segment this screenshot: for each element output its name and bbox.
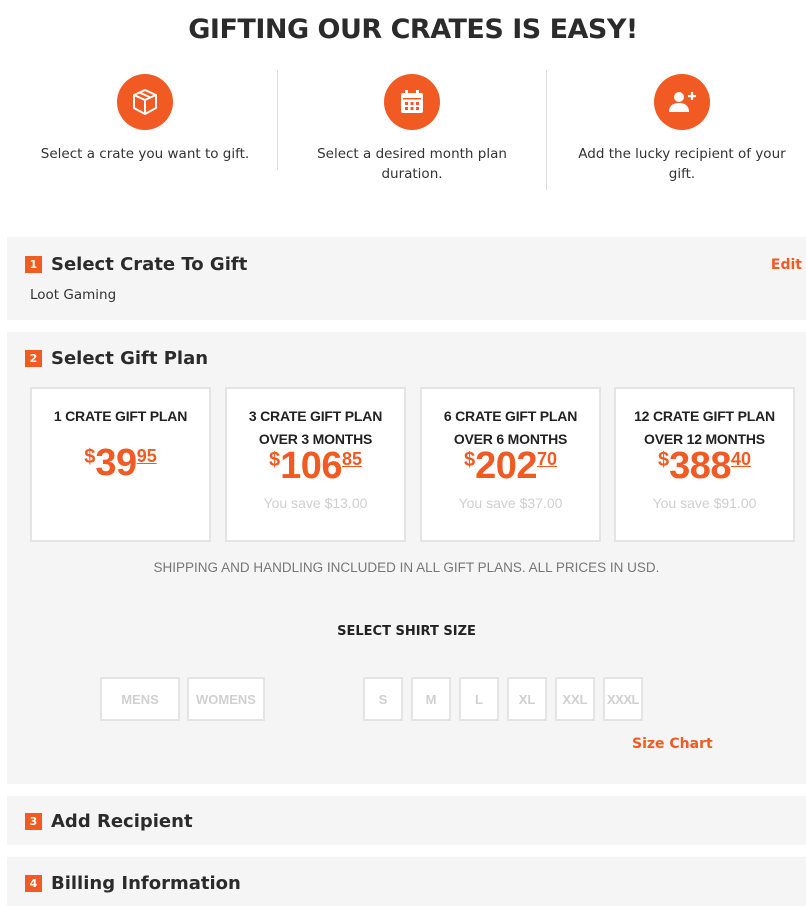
step-number-badge: 1 [25, 256, 42, 273]
calendar-icon [384, 74, 440, 130]
plan-price: $ 388 40 [658, 447, 751, 485]
shirt-size-title: SELECT SHIRT SIZE [337, 624, 476, 639]
plan-savings: You save $37.00 [458, 495, 563, 511]
section-select-plan: 2 Select Gift Plan 1 CRATE GIFT PLAN $ 3… [7, 332, 806, 784]
section-header: 2 Select Gift Plan [25, 348, 208, 369]
section-title: Add Recipient [51, 811, 193, 832]
step-text: Add the lucky recipient of your [578, 146, 786, 162]
price-dollars: 202 [475, 445, 537, 487]
price-dollars: 39 [95, 442, 137, 484]
step-select-plan: Select a desired month plan duration. [297, 70, 527, 192]
size-m-button[interactable]: M [411, 677, 451, 721]
plan-name: 6 CRATE GIFT PLAN [443, 408, 578, 424]
size-s-button[interactable]: S [363, 677, 403, 721]
price-currency: $ [657, 449, 670, 471]
page-title: GIFTING OUR CRATES IS EASY! [188, 14, 638, 45]
section-add-recipient[interactable]: 3 Add Recipient [7, 796, 806, 845]
add-user-icon [654, 74, 710, 130]
size-xxl-button[interactable]: XXL [555, 677, 595, 721]
step-number-badge: 4 [25, 875, 42, 892]
size-xl-button[interactable]: XL [507, 677, 547, 721]
shipping-note: SHIPPING AND HANDLING INCLUDED IN ALL GI… [153, 560, 660, 575]
selected-crate: Loot Gaming [30, 287, 117, 303]
section-header: 4 Billing Information [25, 873, 241, 894]
plan-card-12[interactable]: 12 CRATE GIFT PLAN OVER 12 MONTHS $ 388 … [614, 387, 795, 542]
section-select-crate: 1 Select Crate To Gift Edit Loot Gaming [7, 237, 806, 320]
price-dollars: 388 [669, 445, 731, 487]
section-header: 1 Select Crate To Gift [25, 254, 247, 275]
price-cents: 95 [136, 446, 157, 466]
plan-card-6[interactable]: 6 CRATE GIFT PLAN OVER 6 MONTHS $ 202 70… [420, 387, 601, 542]
gender-womens-button[interactable]: WOMENS [187, 677, 265, 721]
section-title: Select Crate To Gift [51, 254, 248, 275]
plan-card-1[interactable]: 1 CRATE GIFT PLAN $ 39 95 [30, 387, 211, 542]
step-number-badge: 2 [25, 350, 42, 367]
step-add-recipient: Add the lucky recipient of your gift. [562, 70, 802, 192]
size-chart-link[interactable]: Size Chart [632, 736, 713, 752]
price-cents: 85 [342, 449, 363, 469]
section-header: 3 Add Recipient [25, 811, 193, 832]
gender-mens-button[interactable]: MENS [100, 677, 180, 721]
size-l-button[interactable]: L [459, 677, 499, 721]
box-icon [117, 74, 173, 130]
section-billing-information[interactable]: 4 Billing Information [7, 857, 806, 906]
edit-link[interactable]: Edit [771, 257, 802, 273]
plan-savings: You save $91.00 [652, 495, 757, 511]
divider [277, 70, 278, 170]
plan-price: $ 202 70 [464, 447, 557, 485]
price-cents: 70 [537, 449, 558, 469]
step-select-crate: Select a crate you want to gift. [30, 70, 260, 192]
plan-name: 1 CRATE GIFT PLAN [53, 408, 188, 424]
plan-card-3[interactable]: 3 CRATE GIFT PLAN OVER 3 MONTHS $ 106 85… [225, 387, 406, 542]
step-text: Select a desired month plan [317, 146, 507, 162]
divider [546, 70, 547, 190]
size-xxxl-button[interactable]: XXXL [603, 677, 643, 721]
price-currency: $ [84, 446, 96, 468]
price-currency: $ [268, 449, 281, 471]
plan-price: $ 106 85 [269, 447, 362, 485]
plan-price: $ 39 95 [84, 444, 156, 482]
plan-savings: You save $13.00 [263, 495, 368, 511]
step-text: duration. [381, 166, 443, 182]
section-title: Select Gift Plan [51, 348, 209, 369]
step-text: gift. [668, 166, 696, 182]
price-dollars: 106 [280, 445, 342, 487]
step-number-badge: 3 [25, 813, 42, 830]
plan-name: 3 CRATE GIFT PLAN [248, 408, 383, 424]
section-title: Billing Information [51, 873, 241, 894]
step-text: Select a crate you want to gift. [40, 146, 250, 162]
price-currency: $ [463, 449, 476, 471]
price-cents: 40 [731, 449, 752, 469]
plan-name: 12 CRATE GIFT PLAN [634, 408, 775, 424]
gift-steps: Select a crate you want to gift. Select … [0, 70, 806, 192]
